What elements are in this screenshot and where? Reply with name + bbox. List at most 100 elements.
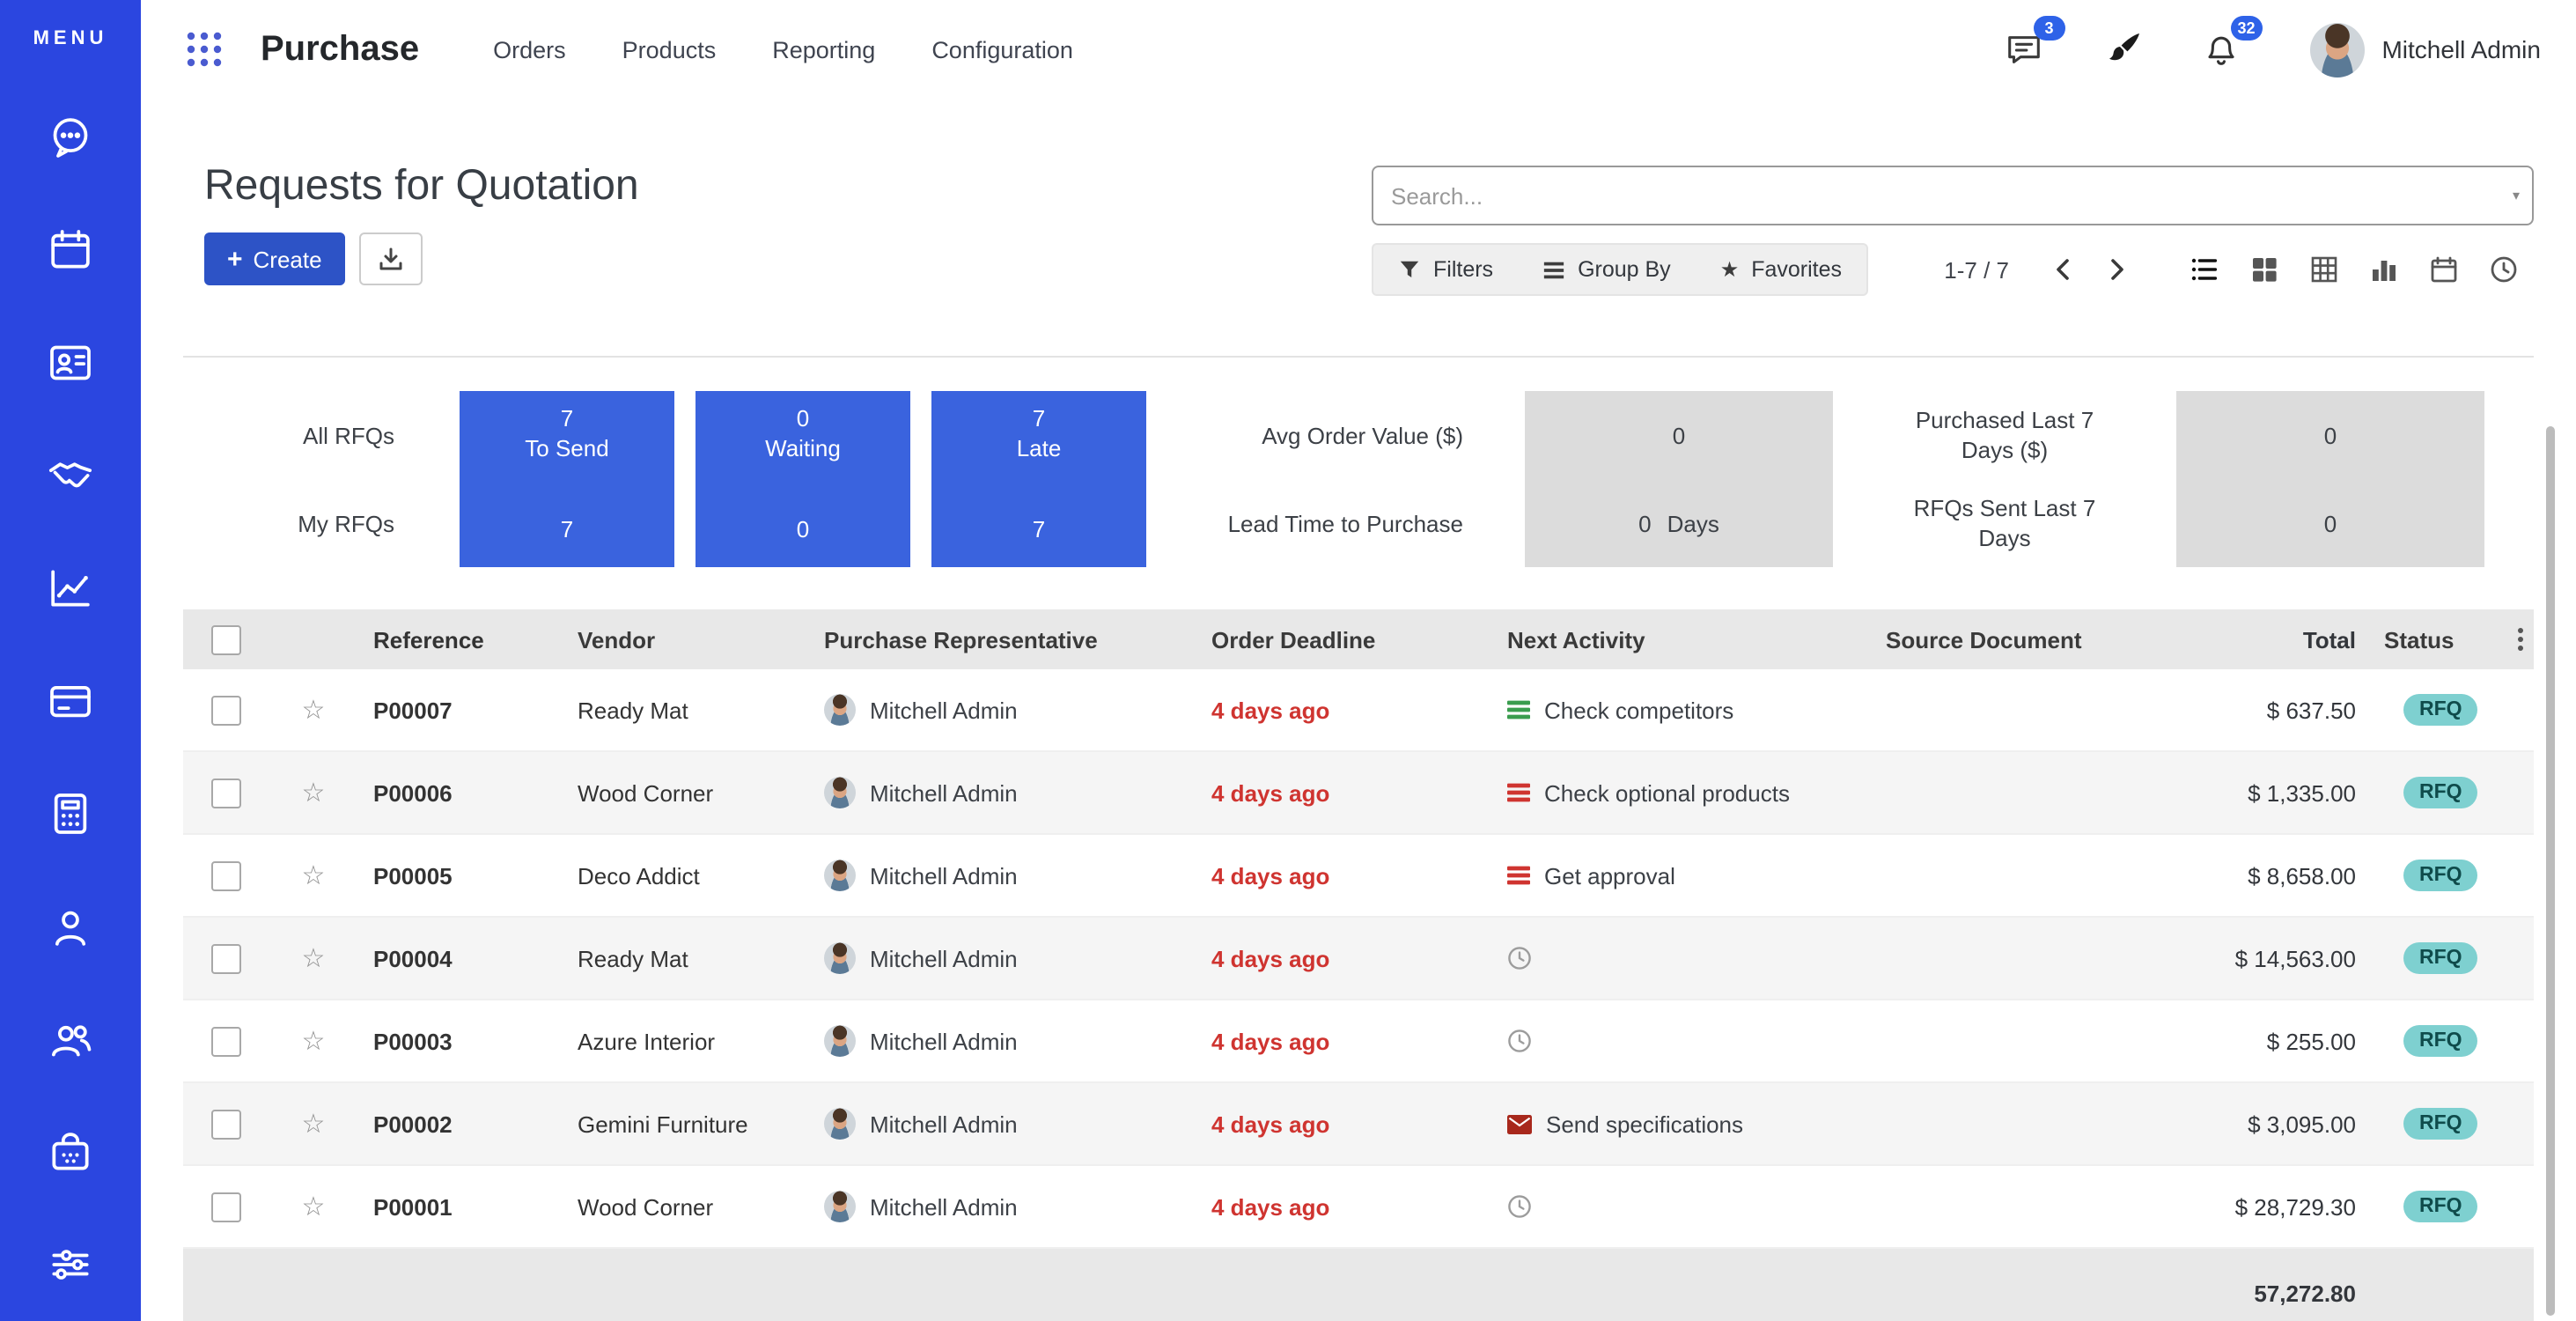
activity-label: Check competitors — [1544, 697, 1733, 723]
export-button[interactable] — [359, 232, 423, 285]
apps-grid-icon[interactable] — [183, 28, 225, 70]
calendar-icon[interactable] — [0, 194, 141, 306]
activity-view-icon[interactable] — [2474, 243, 2534, 296]
header-reference[interactable]: Reference — [352, 609, 567, 669]
header-source[interactable]: Source Document — [1875, 609, 2157, 669]
activity-cell[interactable]: Check competitors — [1497, 669, 1875, 751]
favorite-star-icon[interactable]: ☆ — [302, 1110, 326, 1140]
pager: 1-7 / 7 — [1944, 256, 2009, 283]
deadline-cell: 4 days ago — [1201, 917, 1497, 1000]
tile-late[interactable]: 7 Late 7 — [931, 391, 1146, 567]
user-name[interactable]: Mitchell Admin — [2381, 35, 2541, 63]
menu-products[interactable]: Products — [619, 29, 720, 70]
row-checkbox[interactable] — [211, 1026, 241, 1056]
calendar-view-icon[interactable] — [2414, 243, 2474, 296]
header-deadline[interactable]: Order Deadline — [1201, 609, 1497, 669]
rep-cell: Mitchell Admin — [813, 1082, 1201, 1165]
menu-orders[interactable]: Orders — [489, 29, 570, 70]
kanban-view-icon[interactable] — [2234, 243, 2294, 296]
metric-tile-2[interactable]: 0 0 — [2176, 391, 2484, 567]
status-badge: RFQ — [2403, 694, 2478, 726]
optional-columns-icon[interactable] — [2513, 623, 2528, 656]
create-button[interactable]: + Create — [204, 232, 345, 285]
activity-clock-icon — [1507, 1194, 1532, 1219]
status-badge: RFQ — [2403, 1025, 2478, 1057]
group-by-button[interactable]: Group By — [1518, 245, 1696, 294]
pivot-view-icon[interactable] — [2294, 243, 2354, 296]
table-row[interactable]: ☆ P00004 Ready Mat Mitchell Admin 4 days… — [183, 917, 2534, 1000]
activity-cell[interactable] — [1497, 1165, 1875, 1248]
search-input[interactable] — [1372, 166, 2534, 225]
favorite-star-icon[interactable]: ☆ — [302, 779, 326, 808]
handshake-icon[interactable] — [0, 419, 141, 532]
app-window: MENU — [0, 0, 2576, 1321]
contacts-icon[interactable] — [0, 306, 141, 419]
activity-cell[interactable] — [1497, 917, 1875, 1000]
table-row[interactable]: ☆ P00005 Deco Addict Mitchell Admin 4 da… — [183, 834, 2534, 917]
rfqs-sent-last-7-days-value: 0 — [2176, 479, 2484, 567]
filters-button[interactable]: Filters — [1373, 245, 1518, 294]
favorite-star-icon[interactable]: ☆ — [302, 861, 326, 891]
header-status[interactable]: Status — [2374, 609, 2534, 669]
graph-view-icon[interactable] — [2354, 243, 2414, 296]
favorite-star-icon[interactable]: ☆ — [302, 1192, 326, 1222]
paintbrush-icon[interactable] — [2098, 25, 2147, 74]
app-name[interactable]: Purchase — [261, 29, 419, 70]
list-view-icon[interactable] — [2175, 243, 2234, 296]
favorites-button[interactable]: ★ Favorites — [1696, 245, 1866, 294]
row-checkbox[interactable] — [211, 695, 241, 725]
row-checkbox[interactable] — [211, 1109, 241, 1139]
activity-cell[interactable]: Send specifications — [1497, 1082, 1875, 1165]
purchase-dashboard: All RFQs My RFQs 7 To Send 7 0 Waiting 0… — [183, 391, 2534, 567]
calculator-icon[interactable] — [0, 757, 141, 870]
metric-tile-1[interactable]: 0 0 Days — [1525, 391, 1833, 567]
pager-next-button[interactable] — [2090, 245, 2143, 294]
scrollbar-thumb[interactable] — [2546, 426, 2555, 1316]
deadline-cell: 4 days ago — [1201, 751, 1497, 834]
messages-icon[interactable]: 3 — [1999, 25, 2049, 74]
header-vendor[interactable]: Vendor — [567, 609, 813, 669]
credit-card-icon[interactable] — [0, 645, 141, 757]
purchase-bag-icon[interactable] — [0, 1096, 141, 1208]
table-row[interactable]: ☆ P00006 Wood Corner Mitchell Admin 4 da… — [183, 751, 2534, 834]
tile-to-send[interactable]: 7 To Send 7 — [460, 391, 674, 567]
search-caret-icon[interactable]: ▾ — [2513, 188, 2520, 203]
members-icon[interactable] — [0, 983, 141, 1096]
activity-cell[interactable]: Get approval — [1497, 834, 1875, 917]
header-total[interactable]: Total — [2157, 609, 2374, 669]
table-row[interactable]: ☆ P00001 Wood Corner Mitchell Admin 4 da… — [183, 1165, 2534, 1248]
favorite-star-icon[interactable]: ☆ — [302, 1027, 326, 1057]
activity-cell[interactable]: Check optional products — [1497, 751, 1875, 834]
row-checkbox[interactable] — [211, 860, 241, 890]
table-row[interactable]: ☆ P00003 Azure Interior Mitchell Admin 4… — [183, 1000, 2534, 1082]
all-rfqs-link[interactable]: All RFQs — [183, 391, 394, 479]
table-row[interactable]: ☆ P00007 Ready Mat Mitchell Admin 4 days… — [183, 669, 2534, 751]
header-rep[interactable]: Purchase Representative — [813, 609, 1201, 669]
row-checkbox[interactable] — [211, 943, 241, 973]
avg-order-value: 0 — [1525, 391, 1833, 479]
app-menus: Orders Products Reporting Configuration — [489, 29, 1077, 70]
discuss-icon[interactable] — [0, 81, 141, 194]
table-row[interactable]: ☆ P00002 Gemini Furniture Mitchell Admin… — [183, 1082, 2534, 1165]
my-rfqs-link[interactable]: My RFQs — [183, 479, 394, 567]
menu-configuration[interactable]: Configuration — [928, 29, 1077, 70]
pager-previous-button[interactable] — [2037, 245, 2090, 294]
reference-cell: P00004 — [352, 917, 567, 1000]
employee-icon[interactable] — [0, 870, 141, 983]
header-activity[interactable]: Next Activity — [1497, 609, 1875, 669]
favorite-star-icon[interactable]: ☆ — [302, 944, 326, 974]
sales-chart-icon[interactable] — [0, 532, 141, 645]
select-all-checkbox[interactable] — [211, 624, 241, 654]
row-checkbox[interactable] — [211, 1192, 241, 1221]
favorite-star-icon[interactable]: ☆ — [302, 696, 326, 726]
total-cell: $ 28,729.30 — [2157, 1165, 2374, 1248]
user-avatar[interactable] — [2309, 22, 2364, 77]
tile-waiting[interactable]: 0 Waiting 0 — [696, 391, 910, 567]
menu-reporting[interactable]: Reporting — [769, 29, 879, 70]
menu-toggle[interactable]: MENU — [33, 0, 108, 77]
activity-cell[interactable] — [1497, 1000, 1875, 1082]
notifications-bell-icon[interactable]: 32 — [2197, 25, 2246, 74]
metric-labels-2: Purchased Last 7 Days ($) RFQs Sent Last… — [1889, 391, 2120, 567]
row-checkbox[interactable] — [211, 778, 241, 808]
settings-sliders-icon[interactable] — [0, 1208, 141, 1321]
